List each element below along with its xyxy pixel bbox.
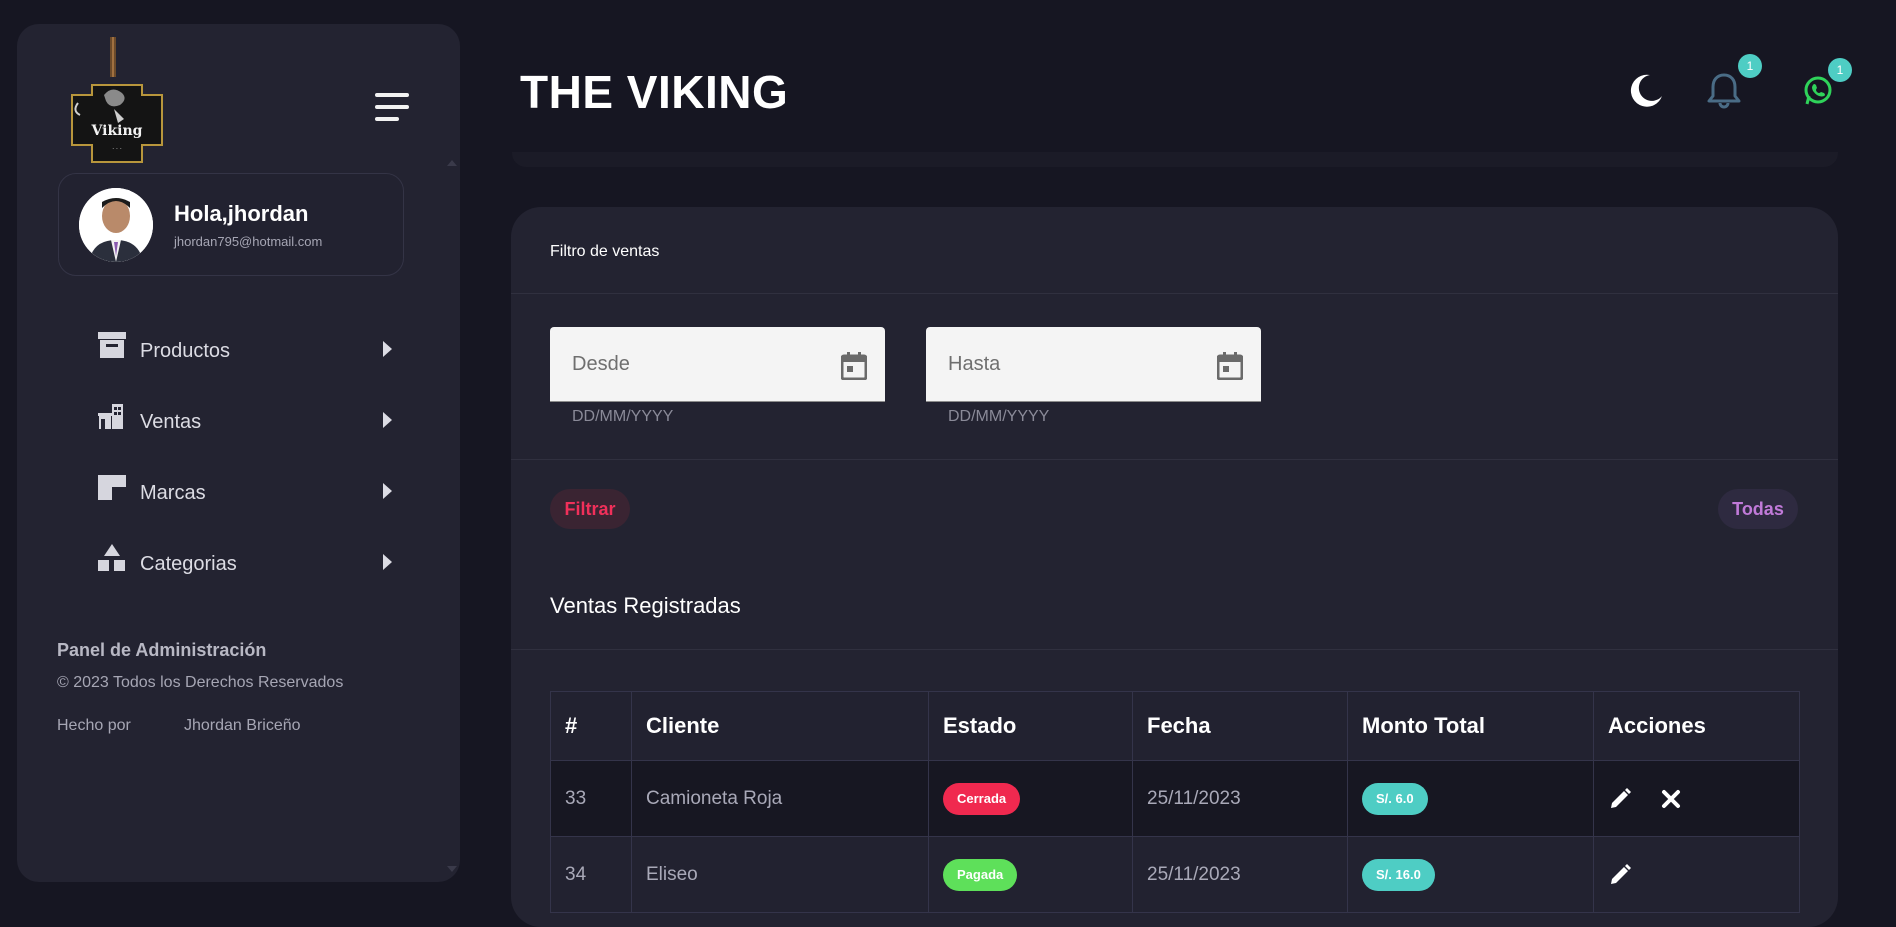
show-all-button[interactable]: Todas <box>1718 489 1798 529</box>
sales-card: Filtro de ventas Desde DD/MM/YYYY Hasta … <box>511 207 1838 927</box>
cell-id: 34 <box>550 836 632 913</box>
cell-total: S/. 16.0 <box>1347 836 1594 913</box>
bell-icon <box>1707 73 1741 109</box>
status-badge: Pagada <box>943 858 1018 891</box>
cell-total: S/. 6.0 <box>1347 760 1594 837</box>
cell-date: 25/11/2023 <box>1132 836 1348 913</box>
calendar-icon[interactable] <box>1217 352 1243 380</box>
cell-client: Camioneta Roja <box>631 760 929 837</box>
sidebar: Viking · · · Hola,jhordan jhordan795@hot… <box>17 24 460 882</box>
copyright-text: © 2023 Todos los Derechos Reservados <box>57 674 344 691</box>
caret-right-icon <box>383 341 392 357</box>
column-header: Cliente <box>631 691 929 761</box>
filter-button[interactable]: Filtrar <box>550 489 630 529</box>
cell-status: Cerrada <box>928 760 1133 837</box>
sidebar-item-label: Ventas <box>140 411 202 433</box>
viking-logo[interactable]: Viking · · · <box>62 37 172 172</box>
status-badge: Cerrada <box>943 782 1021 815</box>
notifications-button[interactable]: 1 <box>1704 54 1762 110</box>
cell-client: Eliseo <box>631 836 929 913</box>
cell-date: 25/11/2023 <box>1132 760 1348 837</box>
caret-right-icon <box>383 483 392 499</box>
caret-right-icon <box>383 554 392 570</box>
column-header: Acciones <box>1593 691 1800 761</box>
edit-pencil-icon[interactable] <box>1608 787 1632 811</box>
column-header: Monto Total <box>1347 691 1594 761</box>
dark-mode-toggle[interactable] <box>1626 70 1666 110</box>
hamburger-line <box>375 93 409 97</box>
scroll-up-arrow[interactable] <box>447 160 457 166</box>
hamburger-line <box>375 117 399 121</box>
date-from-label: Desde <box>572 353 630 375</box>
sidebar-item-label: Productos <box>140 340 231 362</box>
total-badge: S/. 6.0 <box>1362 782 1428 815</box>
table-row: 33 Camioneta Roja Cerrada 25/11/2023 S/.… <box>550 760 1800 837</box>
date-to-hint: DD/MM/YYYY <box>948 408 1050 425</box>
archive-icon <box>98 332 126 358</box>
cell-status: Pagada <box>928 836 1133 913</box>
sidebar-item-marcas[interactable]: Marcas <box>97 466 397 516</box>
avatar <box>79 188 153 262</box>
sidebar-item-productos[interactable]: Productos <box>97 324 397 374</box>
divider <box>511 649 1838 650</box>
cell-actions <box>1593 760 1800 837</box>
table-row: 34 Eliseo Pagada 25/11/2023 S/. 16.0 <box>550 836 1800 913</box>
caret-right-icon <box>383 412 392 428</box>
calendar-icon[interactable] <box>841 352 867 380</box>
menu-toggle-button[interactable] <box>373 87 413 127</box>
divider <box>511 459 1838 460</box>
total-badge: S/. 16.0 <box>1362 858 1435 891</box>
user-email: jhordan795@hotmail.com <box>174 234 323 249</box>
author-link[interactable]: Jhordan Briceño <box>184 717 301 735</box>
sidebar-item-ventas[interactable]: Ventas <box>97 395 397 445</box>
shapes-icon <box>98 544 125 571</box>
column-header: # <box>550 691 632 761</box>
scroll-down-arrow[interactable] <box>447 866 457 872</box>
sales-section-title: Ventas Registradas <box>550 593 741 618</box>
made-by-label: Hecho por <box>57 717 131 734</box>
store-icon <box>98 404 123 429</box>
whatsapp-button[interactable]: 1 <box>1798 58 1852 110</box>
svg-text:Viking: Viking <box>91 123 143 139</box>
sidebar-item-label: Categorias <box>140 553 237 575</box>
edit-pencil-icon[interactable] <box>1608 863 1632 887</box>
date-from-field[interactable]: Desde <box>550 327 885 402</box>
whatsapp-badge: 1 <box>1828 58 1852 82</box>
admin-panel-title: Panel de Administración <box>57 640 267 660</box>
cell-id: 33 <box>550 760 632 837</box>
delete-x-icon[interactable] <box>1659 787 1683 811</box>
date-from-hint: DD/MM/YYYY <box>572 408 674 425</box>
cell-actions <box>1593 836 1800 913</box>
date-to-field[interactable]: Hasta <box>926 327 1261 402</box>
moon-icon <box>1630 74 1662 107</box>
sidebar-item-categorias[interactable]: Categorias <box>97 537 397 587</box>
sidebar-item-label: Marcas <box>140 482 206 504</box>
column-header: Estado <box>928 691 1133 761</box>
sales-table: # Cliente Estado Fecha Monto Total Accio… <box>550 691 1800 913</box>
tag-icon <box>98 475 126 500</box>
filter-title: Filtro de ventas <box>550 243 660 260</box>
table-header-row: # Cliente Estado Fecha Monto Total Accio… <box>550 691 1800 761</box>
notification-badge: 1 <box>1738 54 1762 78</box>
user-profile-card: Hola,jhordan jhordan795@hotmail.com <box>58 173 404 276</box>
svg-text:· · ·: · · · <box>112 146 122 153</box>
column-header: Fecha <box>1132 691 1348 761</box>
page-title: THE VIKING <box>520 66 789 118</box>
header-divider <box>512 152 1838 167</box>
divider <box>511 293 1838 294</box>
date-to-label: Hasta <box>948 353 1001 375</box>
hamburger-line <box>375 105 409 109</box>
user-greeting: Hola,jhordan <box>174 201 309 226</box>
